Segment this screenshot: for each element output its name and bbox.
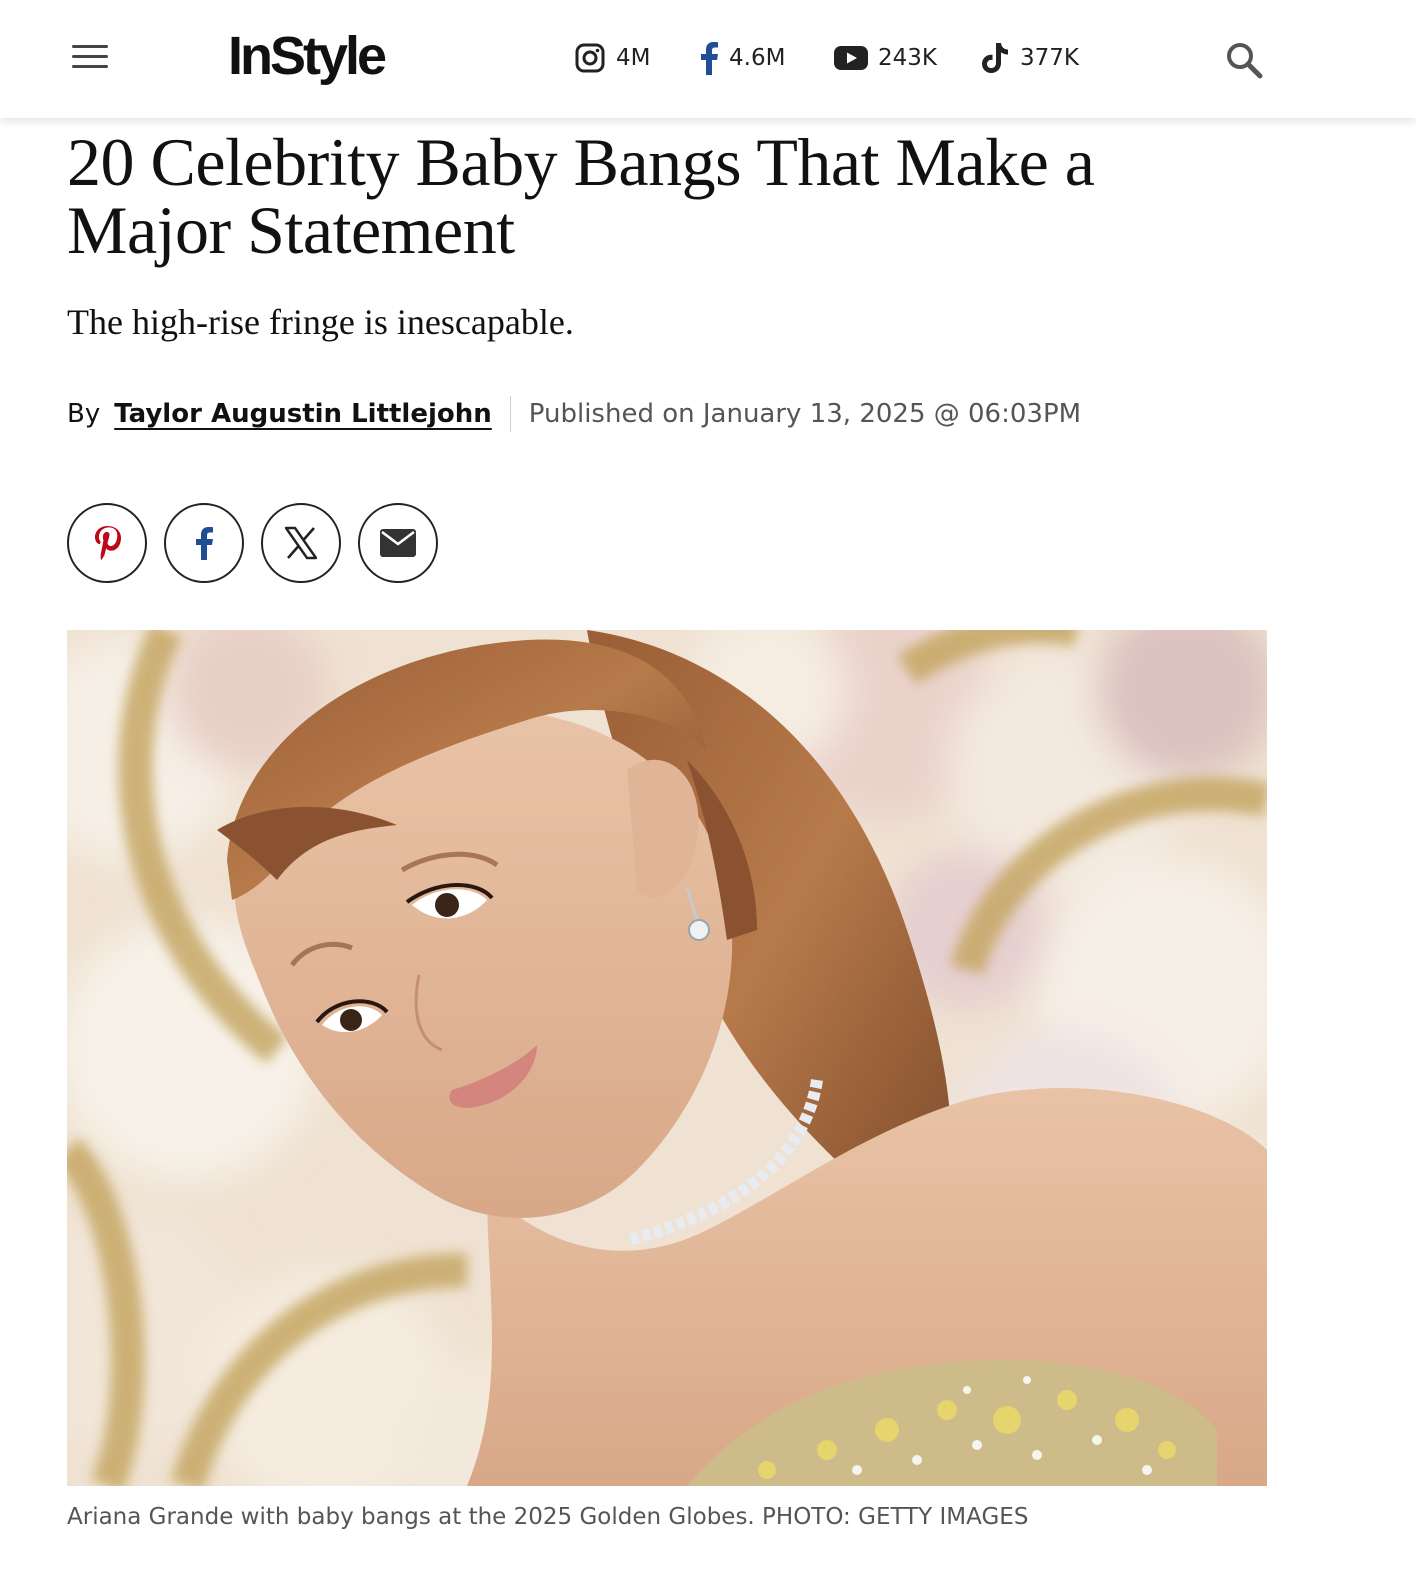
- tiktok-icon: [982, 43, 1008, 73]
- instagram-count: 4M: [616, 45, 651, 71]
- facebook-icon: [196, 527, 213, 560]
- byline-prefix: By: [67, 399, 101, 429]
- author-link[interactable]: Taylor Augustin Littlejohn: [114, 399, 492, 429]
- hamburger-menu-icon[interactable]: [70, 42, 110, 72]
- search-icon[interactable]: [1224, 40, 1264, 80]
- social-youtube-link[interactable]: 243K: [834, 38, 937, 78]
- image-caption: Ariana Grande with baby bangs at the 202…: [67, 1504, 1029, 1530]
- facebook-icon: [701, 42, 718, 75]
- tiktok-count: 377K: [1020, 45, 1079, 71]
- instagram-icon: [575, 43, 605, 73]
- social-instagram-link[interactable]: 4M: [574, 38, 650, 78]
- youtube-count: 243K: [878, 45, 937, 71]
- share-email-button[interactable]: [358, 503, 438, 583]
- youtube-icon: [834, 46, 868, 70]
- email-icon: [380, 529, 416, 557]
- article-subtitle: The high-rise fringe is inescapable.: [67, 302, 574, 342]
- article-title: 20 Celebrity Baby Bangs That Make a Majo…: [67, 124, 1095, 268]
- pinterest-icon: [95, 526, 121, 561]
- share-buttons: [67, 503, 438, 583]
- site-logo[interactable]: InStyle: [228, 24, 387, 88]
- site-header: InStyle 4M 4.6M 243K 377K: [0, 0, 1416, 118]
- share-facebook-button[interactable]: [164, 503, 244, 583]
- byline: By Taylor Augustin Littlejohn Published …: [67, 394, 1081, 434]
- facebook-count: 4.6M: [729, 45, 786, 71]
- social-facebook-link[interactable]: 4.6M: [699, 38, 785, 78]
- share-pinterest-button[interactable]: [67, 503, 147, 583]
- x-icon: [284, 526, 318, 560]
- social-tiktok-link[interactable]: 377K: [980, 38, 1079, 78]
- share-x-button[interactable]: [261, 503, 341, 583]
- publish-date: Published on January 13, 2025 @ 06:03PM: [528, 399, 1082, 429]
- hero-image: [67, 630, 1267, 1486]
- byline-divider: [509, 396, 511, 432]
